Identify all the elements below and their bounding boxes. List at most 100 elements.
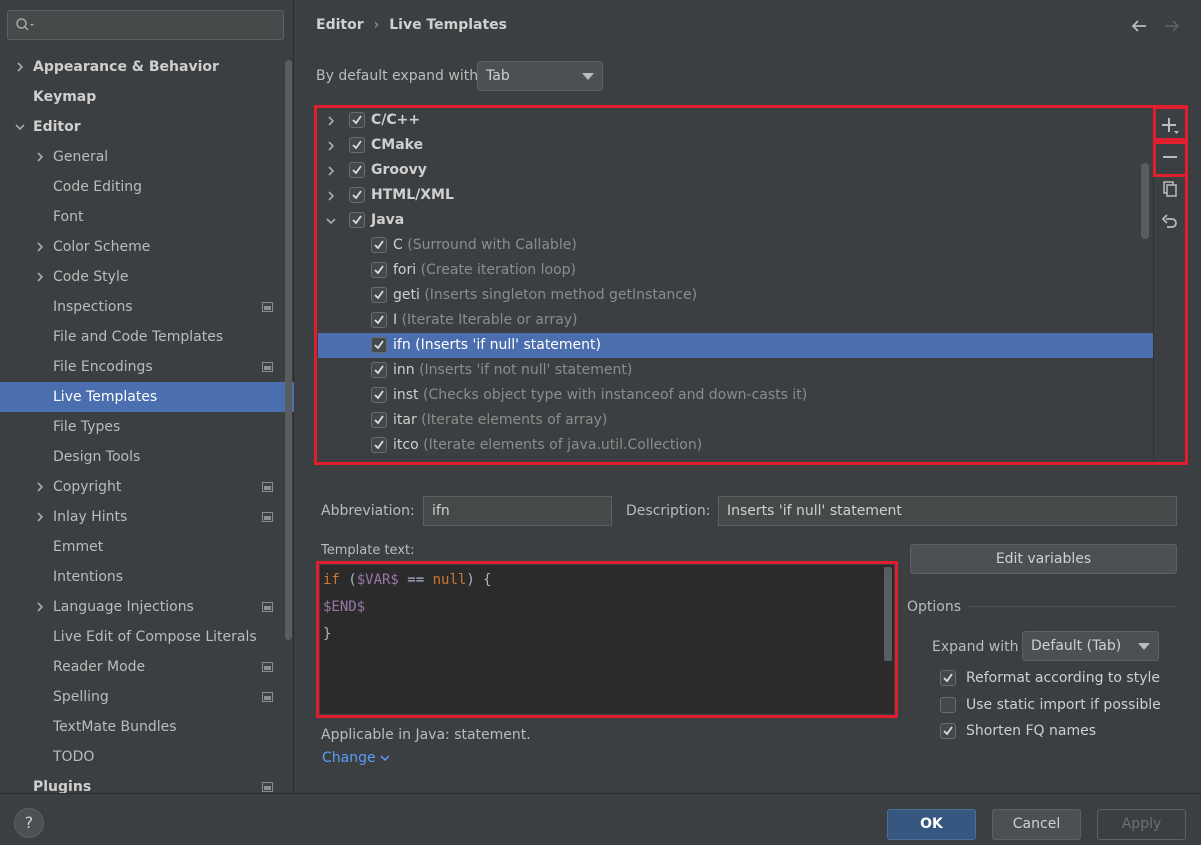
template-checkbox[interactable] — [371, 337, 387, 353]
checkmark-icon — [352, 215, 362, 225]
sidebar-item[interactable]: Keymap — [0, 82, 294, 112]
chevron-right-icon[interactable] — [34, 241, 46, 253]
project-scope-icon — [262, 602, 273, 612]
sidebar-item-label: Spelling — [53, 689, 109, 705]
template-row[interactable]: itar (Iterate elements of array) — [318, 408, 1154, 433]
tree-toolbar-separator — [1153, 108, 1154, 462]
template-checkbox[interactable] — [371, 412, 387, 428]
chevron-right-icon[interactable] — [325, 190, 337, 202]
template-row[interactable]: itco (Iterate elements of java.util.Coll… — [318, 433, 1154, 458]
sidebar-item[interactable]: Intentions — [0, 562, 294, 592]
sidebar-item[interactable]: Live Edit of Compose Literals — [0, 622, 294, 652]
template-checkbox[interactable] — [371, 262, 387, 278]
sidebar-item[interactable]: TODO — [0, 742, 294, 772]
template-checkbox[interactable] — [349, 137, 365, 153]
template-checkbox[interactable] — [371, 312, 387, 328]
sidebar-item[interactable]: General — [0, 142, 294, 172]
sidebar-item[interactable]: File and Code Templates — [0, 322, 294, 352]
tree-scrollbar[interactable] — [1141, 163, 1149, 239]
template-checkbox[interactable] — [371, 362, 387, 378]
chevron-right-icon[interactable] — [34, 151, 46, 163]
template-group-row[interactable]: C/C++ — [318, 108, 1154, 133]
template-checkbox[interactable] — [349, 162, 365, 178]
chevron-down-icon[interactable] — [14, 121, 26, 133]
back-arrow-icon[interactable] — [1130, 18, 1148, 34]
expand-with-dropdown[interactable]: Default (Tab) — [1022, 631, 1159, 661]
editor-scrollbar[interactable] — [884, 567, 892, 661]
chevron-right-icon[interactable] — [325, 165, 337, 177]
edit-variables-button[interactable]: Edit variables — [910, 544, 1177, 574]
template-row[interactable]: inn (Inserts 'if not null' statement) — [318, 358, 1154, 383]
template-row[interactable]: C (Surround with Callable) — [318, 233, 1154, 258]
remove-minus-icon[interactable] — [1160, 147, 1180, 167]
chevron-right-icon[interactable] — [34, 481, 46, 493]
chevron-right-icon[interactable] — [14, 61, 26, 73]
sidebar-item[interactable]: Code Style — [0, 262, 294, 292]
search-input[interactable] — [7, 10, 284, 40]
chevron-down-icon[interactable] — [325, 215, 337, 227]
template-checkbox[interactable] — [371, 387, 387, 403]
template-row[interactable]: I (Iterate Iterable or array) — [318, 308, 1154, 333]
sidebar-item[interactable]: Appearance & Behavior — [0, 52, 294, 82]
apply-button[interactable]: Apply — [1097, 809, 1186, 840]
sidebar-item[interactable]: Code Editing — [0, 172, 294, 202]
sidebar-item[interactable]: Emmet — [0, 532, 294, 562]
template-checkbox[interactable] — [349, 187, 365, 203]
chevron-right-icon[interactable] — [34, 271, 46, 283]
breadcrumb-parent[interactable]: Editor — [316, 17, 364, 33]
chevron-right-icon[interactable] — [34, 511, 46, 523]
sidebar-item[interactable]: Copyright — [0, 472, 294, 502]
sidebar-item[interactable]: Live Templates — [0, 382, 294, 412]
template-group-row[interactable]: Java — [318, 208, 1154, 233]
template-checkbox[interactable] — [371, 237, 387, 253]
cancel-button[interactable]: Cancel — [992, 809, 1081, 840]
template-checkbox[interactable] — [371, 287, 387, 303]
sidebar-item[interactable]: Reader Mode — [0, 652, 294, 682]
template-checkbox[interactable] — [371, 437, 387, 453]
template-name: fori — [393, 262, 417, 278]
template-checkbox[interactable] — [349, 112, 365, 128]
code-variable: $VAR$ — [356, 572, 399, 588]
template-text-label: Template text: — [321, 543, 415, 558]
add-plus-icon[interactable] — [1160, 116, 1180, 136]
sidebar-item[interactable]: Color Scheme — [0, 232, 294, 262]
chevron-right-icon[interactable] — [34, 601, 46, 613]
template-group-row[interactable]: Groovy — [318, 158, 1154, 183]
sidebar-item[interactable]: Inspections — [0, 292, 294, 322]
template-name: inst — [393, 387, 419, 403]
change-context-link[interactable]: Change — [322, 750, 390, 766]
template-checkbox[interactable] — [349, 212, 365, 228]
sidebar-scrollbar[interactable] — [285, 60, 292, 640]
sidebar-item[interactable]: Editor — [0, 112, 294, 142]
template-group-row[interactable]: HTML/XML — [318, 183, 1154, 208]
sidebar-item[interactable]: File Types — [0, 412, 294, 442]
template-text-editor[interactable]: if ($VAR$ == null) { $END$ } — [320, 565, 894, 714]
forward-arrow-icon[interactable] — [1163, 18, 1181, 34]
sidebar-item[interactable]: Design Tools — [0, 442, 294, 472]
sidebar-item-label: Language Injections — [53, 599, 194, 615]
template-row[interactable]: geti (Inserts singleton method getInstan… — [318, 283, 1154, 308]
description-field[interactable]: Inserts 'if null' statement — [718, 496, 1177, 526]
template-row[interactable]: inst (Checks object type with instanceof… — [318, 383, 1154, 408]
abbreviation-field[interactable]: ifn — [423, 496, 612, 526]
chevron-right-icon[interactable] — [325, 140, 337, 152]
default-expand-dropdown[interactable]: Tab — [477, 61, 603, 91]
sidebar-item[interactable]: Inlay Hints — [0, 502, 294, 532]
template-group-row[interactable]: CMake — [318, 133, 1154, 158]
chevron-down-icon — [1138, 643, 1150, 650]
restore-undo-icon[interactable] — [1160, 211, 1180, 231]
option-checkbox[interactable] — [940, 697, 956, 713]
sidebar-item[interactable]: TextMate Bundles — [0, 712, 294, 742]
help-button[interactable]: ? — [14, 808, 44, 838]
template-row[interactable]: ifn (Inserts 'if null' statement) — [318, 333, 1154, 358]
option-checkbox[interactable] — [940, 670, 956, 686]
sidebar-item[interactable]: Spelling — [0, 682, 294, 712]
option-checkbox[interactable] — [940, 723, 956, 739]
sidebar-item[interactable]: File Encodings — [0, 352, 294, 382]
sidebar-item[interactable]: Language Injections — [0, 592, 294, 622]
copy-icon[interactable] — [1160, 179, 1180, 199]
sidebar-item[interactable]: Font — [0, 202, 294, 232]
ok-button[interactable]: OK — [887, 809, 976, 840]
template-row[interactable]: fori (Create iteration loop) — [318, 258, 1154, 283]
chevron-right-icon[interactable] — [325, 115, 337, 127]
